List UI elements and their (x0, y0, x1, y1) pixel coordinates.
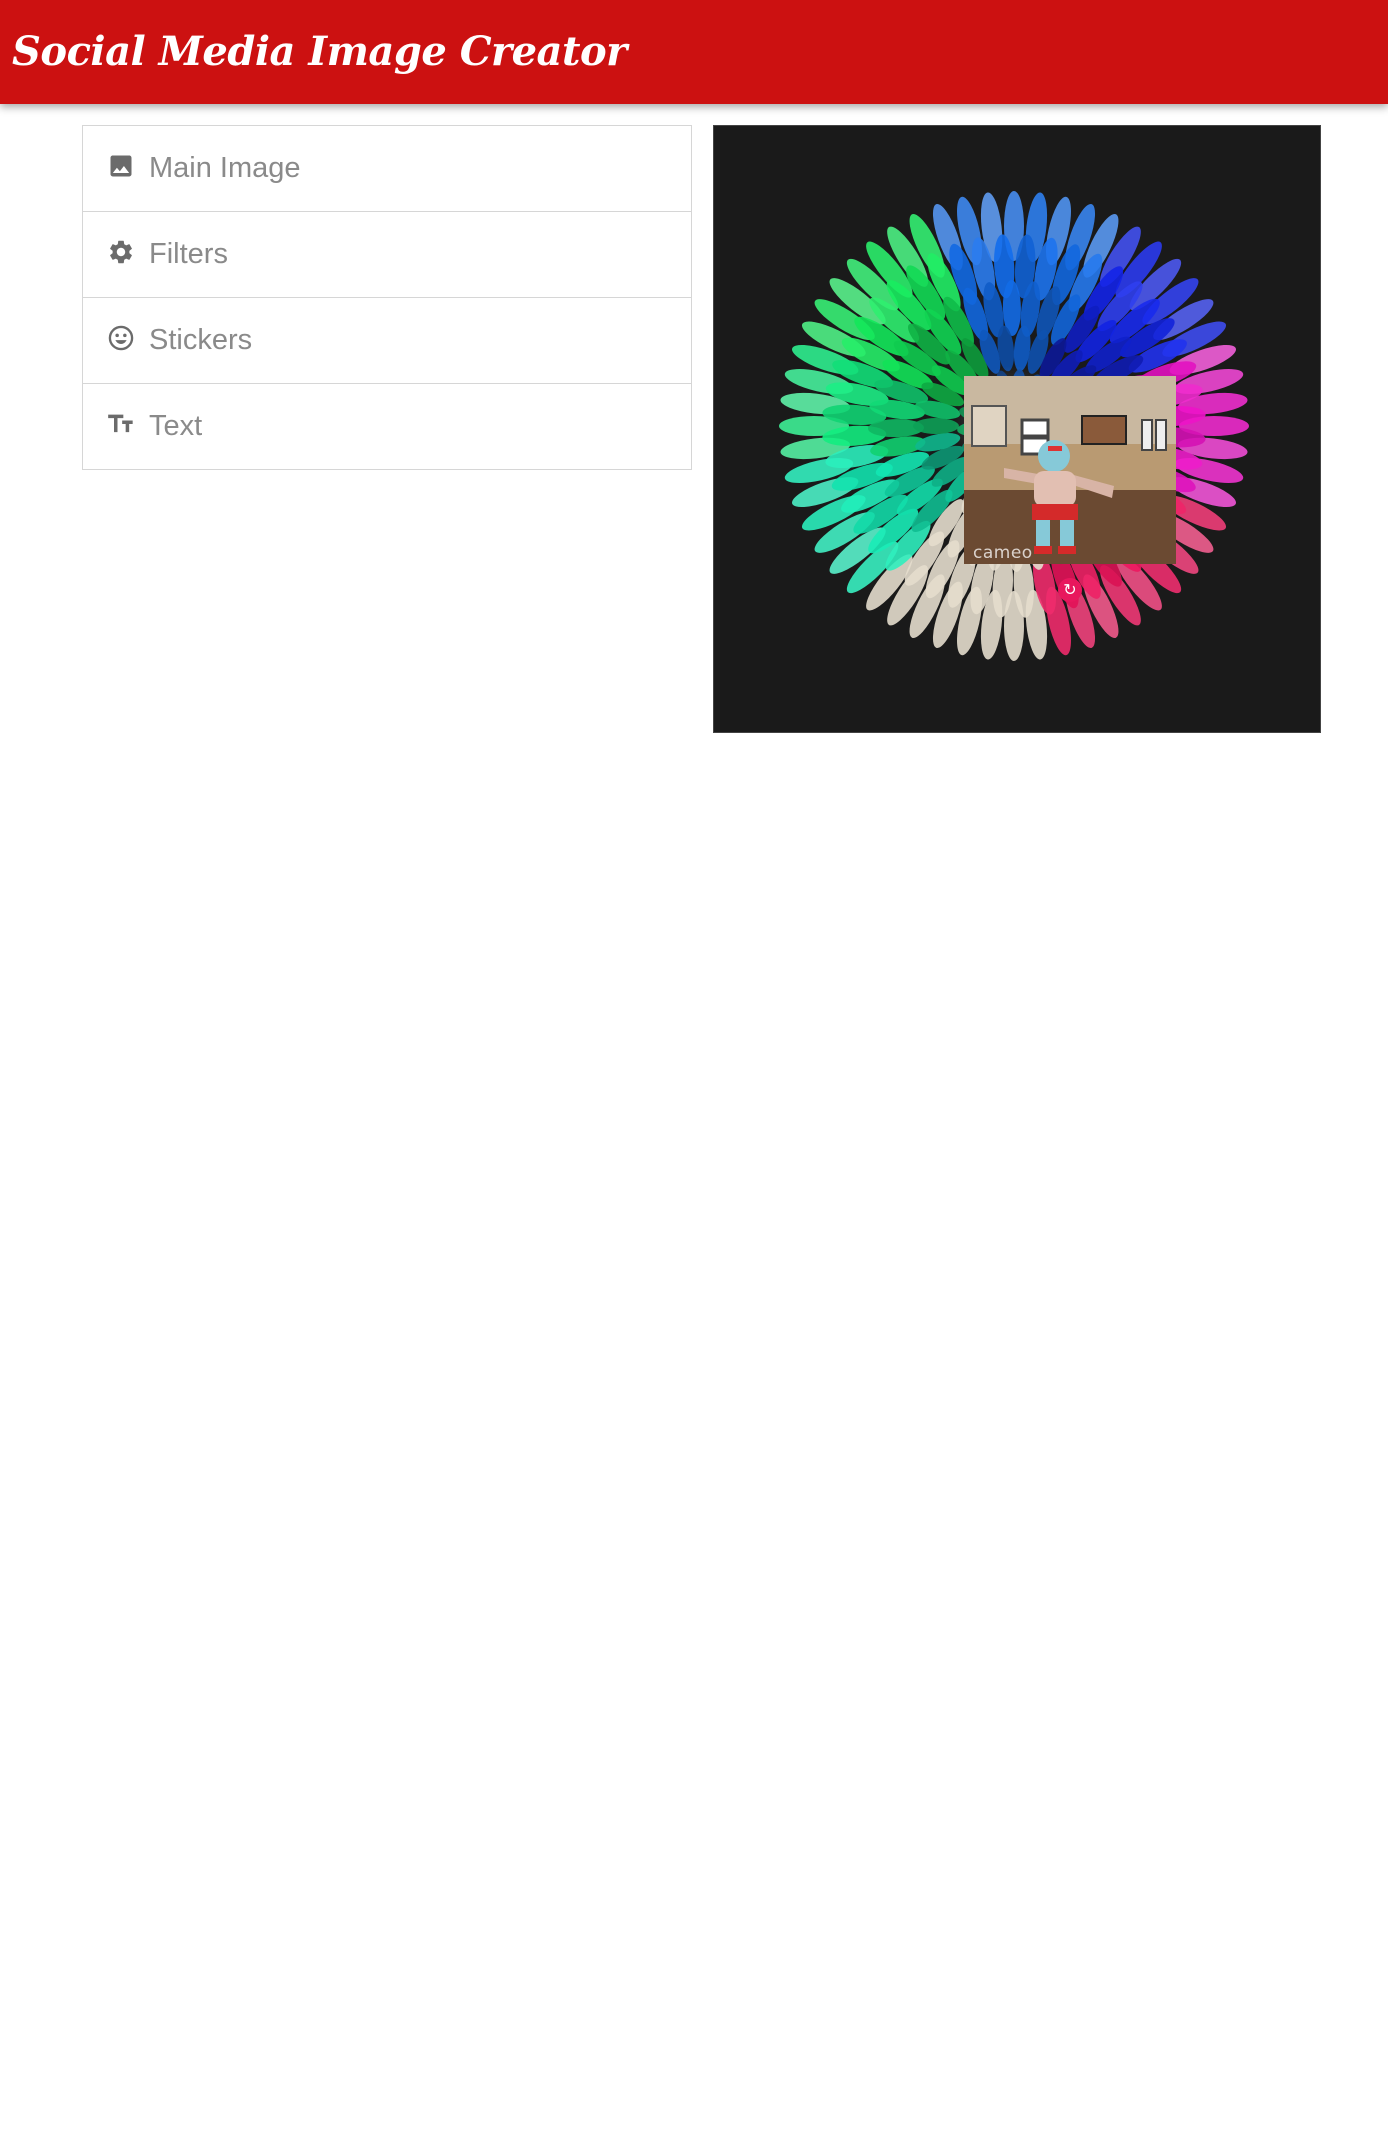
sticker-caption: cameo (973, 543, 1033, 563)
app-bar: Social Media Image Creator (0, 0, 1388, 104)
smiley-icon (108, 325, 134, 351)
rotate-handle-icon[interactable]: ↻ (1058, 578, 1082, 602)
menu-item-label: Filters (149, 238, 228, 270)
menu-item-stickers[interactable]: Stickers (83, 298, 691, 384)
sticker-image[interactable]: cameo (964, 376, 1176, 564)
sticker-photo (964, 376, 1176, 564)
menu-item-filters[interactable]: Filters (83, 212, 691, 298)
flower-petal (913, 418, 959, 434)
gear-icon (110, 240, 132, 264)
text-size-icon (108, 414, 133, 433)
image-canvas[interactable]: cameo ↻ (713, 125, 1321, 733)
menu-item-main-image[interactable]: Main Image (83, 126, 691, 212)
editor-menu: Main Image Filters Stickers Text (82, 125, 692, 470)
image-icon (110, 155, 132, 177)
menu-item-label: Text (149, 410, 203, 442)
menu-item-label: Stickers (149, 324, 253, 356)
app-title: Social Media Image Creator (12, 28, 627, 75)
menu-item-text[interactable]: Text (83, 384, 691, 469)
menu-item-label: Main Image (149, 152, 301, 184)
